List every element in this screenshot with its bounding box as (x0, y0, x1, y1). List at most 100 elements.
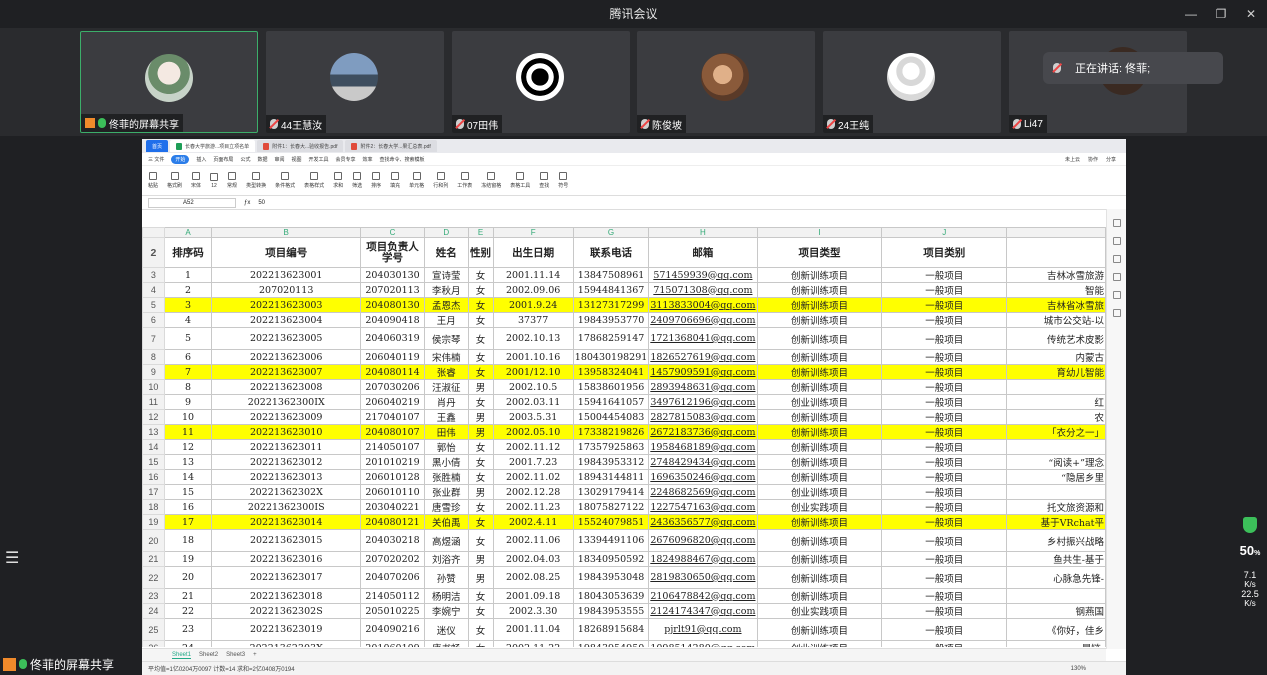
table-cell[interactable]: 张睿 (423, 364, 469, 380)
table-cell[interactable]: 一般项目 (881, 603, 1007, 619)
header-cell[interactable]: 性别 (467, 237, 494, 268)
ribbon-button[interactable]: 粘贴 (148, 172, 158, 189)
column-letter[interactable]: B (211, 227, 362, 238)
table-cell[interactable]: 托文旅资源和 (1005, 499, 1106, 515)
table-cell[interactable]: 唐雪珍 (423, 499, 469, 515)
menu-member[interactable]: 会员专享 (336, 156, 356, 163)
table-cell[interactable]: 杨明洁 (423, 588, 469, 604)
tab-pdf-1[interactable]: 附件1：长春大...验收报告.pdf (257, 140, 344, 152)
cloud-status[interactable]: 未上云 (1065, 156, 1080, 163)
header-cell[interactable]: 出生日期 (492, 237, 574, 268)
ribbon-button[interactable]: 12 (210, 172, 219, 189)
table-cell[interactable]: 一般项目 (881, 640, 1007, 647)
participant-tile[interactable]: 24王纯 (823, 31, 1001, 133)
table-cell[interactable]: 17868259147 (572, 327, 650, 350)
table-cell[interactable]: 男 (467, 379, 494, 395)
table-cell[interactable]: 1098514280@qq.com (648, 640, 758, 647)
table-cell[interactable]: 204060319 (360, 327, 425, 350)
table-cell[interactable]: 一般项目 (881, 439, 1007, 455)
table-cell[interactable]: 创业训练项目 (756, 640, 883, 647)
table-cell[interactable]: 13394491106 (572, 529, 650, 552)
table-cell[interactable]: 1824988467@qq.com (648, 551, 758, 567)
close-button[interactable]: ✕ (1243, 7, 1259, 21)
table-cell[interactable]: 农 (1005, 409, 1106, 425)
table-cell[interactable]: “阅读+”理念 (1005, 454, 1106, 470)
sheet-tab[interactable]: Sheet3 (226, 652, 245, 658)
table-cell[interactable]: 6 (163, 349, 213, 365)
table-cell[interactable]: 2001.11.14 (492, 267, 574, 283)
table-cell[interactable]: 22 (163, 603, 213, 619)
table-cell[interactable]: 一般项目 (881, 267, 1007, 283)
table-cell[interactable]: 鱼共生-基于 (1005, 551, 1106, 567)
table-cell[interactable]: 育幼儿智能 (1005, 364, 1106, 380)
row-number[interactable]: 9 (142, 364, 165, 380)
table-cell[interactable]: 「衣分之一」 (1005, 424, 1106, 440)
table-cell[interactable]: 2436356577@qq.com (648, 514, 758, 530)
table-cell[interactable]: 202213623012 (211, 454, 362, 470)
table-cell[interactable]: 2002.11.22 (492, 640, 574, 647)
table-cell[interactable]: 男 (467, 409, 494, 425)
cell-reference[interactable]: A52 (148, 197, 236, 208)
table-cell[interactable]: 15941641057 (572, 394, 650, 410)
table-cell[interactable]: 2002.4.11 (492, 514, 574, 530)
row-number[interactable]: 3 (142, 267, 165, 283)
table-cell[interactable]: 高煜涵 (423, 529, 469, 552)
menu-data[interactable]: 数据 (257, 156, 267, 163)
spreadsheet-grid[interactable]: A B C D E F G H I J 2 排序码 项目编号 项目负责人学号 姓… (142, 227, 1106, 647)
column-letter[interactable]: H (648, 227, 758, 238)
image-icon[interactable] (1112, 291, 1121, 299)
table-cell[interactable]: 204080130 (360, 297, 425, 313)
menu-view[interactable]: 视图 (291, 156, 301, 163)
table-cell[interactable]: 创新训练项目 (756, 349, 883, 365)
column-letter[interactable]: G (572, 227, 650, 238)
table-cell[interactable]: 17338219826 (572, 424, 650, 440)
table-cell[interactable]: 女 (467, 439, 494, 455)
table-cell[interactable]: 205010225 (360, 603, 425, 619)
list-icon[interactable]: ☰ (5, 548, 25, 568)
table-cell[interactable]: 13 (163, 454, 213, 470)
table-cell[interactable]: 男 (467, 566, 494, 589)
table-cell[interactable]: 204030218 (360, 529, 425, 552)
table-cell[interactable]: 一般项目 (881, 297, 1007, 313)
table-cell[interactable]: 202213623014 (211, 514, 362, 530)
table-cell[interactable]: 19843953312 (572, 454, 650, 470)
table-cell[interactable]: 乡村振兴战略 (1005, 529, 1106, 552)
table-cell[interactable]: 20221362300IX (211, 394, 362, 410)
row-number[interactable]: 18 (142, 499, 165, 515)
table-cell[interactable]: 基于VRchat平 (1005, 514, 1106, 530)
table-cell[interactable]: 1826527619@qq.com (648, 349, 758, 365)
table-cell[interactable]: 201010219 (360, 454, 425, 470)
table-cell[interactable]: 一般项目 (881, 514, 1007, 530)
row-number[interactable]: 7 (142, 327, 165, 350)
table-cell[interactable]: 5 (163, 327, 213, 350)
table-cell[interactable]: 206010110 (360, 484, 425, 500)
table-cell[interactable]: “隐居乡里 (1005, 469, 1106, 485)
table-cell[interactable]: 女 (467, 394, 494, 410)
table-cell[interactable]: 2002.05.10 (492, 424, 574, 440)
table-cell[interactable]: 创新训练项目 (756, 409, 883, 425)
table-cell[interactable]: 202213623007 (211, 364, 362, 380)
table-cell[interactable]: 女 (467, 267, 494, 283)
table-cell[interactable]: 37377 (492, 312, 574, 328)
table-cell[interactable]: 19 (163, 551, 213, 567)
table-cell[interactable]: 202213623001 (211, 267, 362, 283)
table-cell[interactable]: 智能 (1005, 282, 1106, 298)
table-cell[interactable]: 李婉宁 (423, 603, 469, 619)
table-cell[interactable] (1005, 439, 1106, 455)
table-cell[interactable]: 2001/12.10 (492, 364, 574, 380)
table-cell[interactable]: 2409706696@qq.com (648, 312, 758, 328)
table-cell[interactable]: 9 (163, 394, 213, 410)
table-cell[interactable]: 创新训练项目 (756, 267, 883, 283)
column-letter[interactable]: I (756, 227, 883, 238)
table-cell[interactable]: 女 (467, 349, 494, 365)
table-cell[interactable]: 1 (163, 267, 213, 283)
table-cell[interactable]: 创新训练项目 (756, 529, 883, 552)
row-number[interactable]: 25 (142, 618, 165, 641)
table-cell[interactable]: 晨链- (1005, 640, 1106, 647)
header-cell[interactable]: 项目类型 (756, 237, 883, 268)
row-number[interactable]: 14 (142, 439, 165, 455)
table-cell[interactable]: 2002.11.06 (492, 529, 574, 552)
header-cell[interactable]: 项目类别 (881, 237, 1007, 268)
column-letter[interactable]: D (423, 227, 469, 238)
table-cell[interactable]: 一般项目 (881, 409, 1007, 425)
